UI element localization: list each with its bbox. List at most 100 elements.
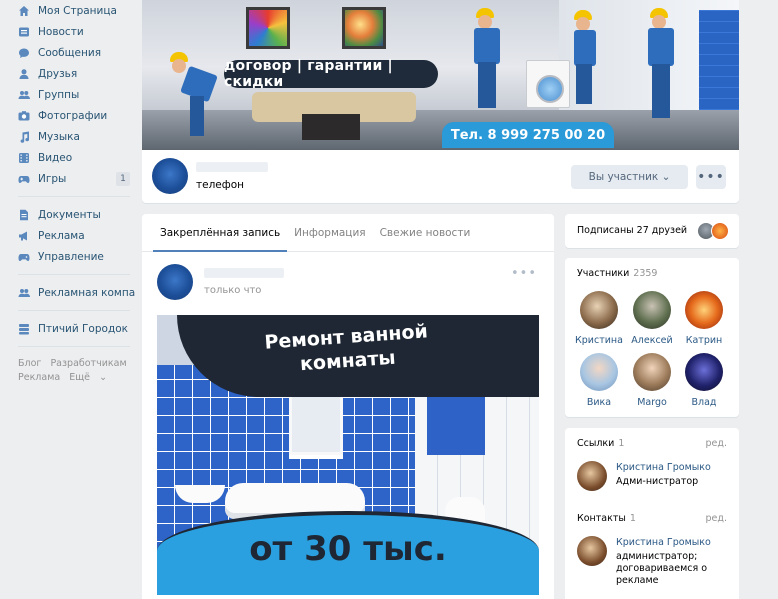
sidebar-item-friends[interactable]: Друзья: [0, 63, 138, 84]
sidebar-item-label: Видео: [38, 151, 73, 164]
links-edit-link[interactable]: ред.: [706, 438, 727, 449]
sidebar-item-my-page[interactable]: Моя Страница: [0, 0, 138, 21]
sidebar-item-photos[interactable]: Фотографии: [0, 105, 138, 126]
link-name[interactable]: Кристина Громыко: [616, 462, 711, 473]
member-item[interactable]: Катрин: [679, 291, 729, 346]
link-avatar: [577, 461, 607, 491]
post-timestamp[interactable]: только что: [204, 285, 261, 296]
member-item[interactable]: Влад: [679, 353, 729, 408]
member-avatar: [633, 353, 671, 391]
management-icon: [18, 251, 30, 263]
sidebar-item-label: Фотографии: [38, 109, 108, 122]
members-title[interactable]: Участники 2359: [577, 268, 657, 279]
cover-painting: [342, 7, 386, 49]
links-count: 1: [618, 438, 625, 449]
member-name: Вика: [586, 397, 612, 408]
group-status: телефон: [196, 179, 245, 191]
contact-avatar: [577, 536, 607, 566]
group-name-redacted: [196, 162, 268, 172]
sidebar-item-music[interactable]: Музыка: [0, 126, 138, 147]
sidebar-item-games[interactable]: Игры 1: [0, 168, 138, 189]
footer-link-blog[interactable]: Блог: [18, 358, 41, 369]
sidebar-item-documents[interactable]: Документы: [0, 204, 138, 225]
member-status-button[interactable]: Вы участник ⌄: [571, 165, 688, 189]
contacts-title[interactable]: Контакты 1: [577, 513, 636, 524]
contacts-edit-link[interactable]: ред.: [706, 513, 727, 524]
home-icon: [18, 5, 30, 17]
sidebar-item-label: Рекламная компа: [38, 286, 136, 299]
member-avatar: [580, 353, 618, 391]
sidebar-item-label: Новости: [38, 25, 84, 38]
tab-pinned-post[interactable]: Закреплённая запись: [153, 214, 288, 252]
sidebar-divider: [18, 274, 130, 275]
post-header: только что •••: [157, 264, 537, 304]
wall-card: Закреплённая запись Информация Свежие но…: [142, 214, 554, 599]
cover-banner-text: договор | гарантии | скидки: [224, 58, 438, 90]
post-more-button[interactable]: •••: [511, 266, 537, 281]
left-sidebar: Моя Страница Новости Сообщения Друзья Гр…: [0, 0, 138, 385]
member-item[interactable]: Вика: [574, 353, 624, 408]
sidebar-item-bird-town[interactable]: Птичий Городок: [0, 318, 138, 339]
photos-icon: [18, 110, 30, 122]
post-author-name-redacted: [204, 268, 284, 278]
friends-subscribed-card[interactable]: Подписаны 27 друзей: [565, 214, 739, 248]
messages-icon: [18, 47, 30, 59]
links-title-label: Ссылки: [577, 438, 615, 449]
image-shelf: [289, 455, 343, 459]
sidebar-item-label: Моя Страница: [38, 4, 117, 17]
sidebar-item-label: Группы: [38, 88, 80, 101]
sidebar-item-label: Птичий Городок: [38, 322, 128, 335]
group-header: телефон Вы участник ⌄ •••: [142, 150, 739, 203]
cover-washing-machine: [526, 60, 570, 108]
contact-name[interactable]: Кристина Громыко: [616, 537, 711, 548]
sidebar-item-ads[interactable]: Реклама: [0, 225, 138, 246]
video-icon: [18, 152, 30, 164]
member-item[interactable]: Кристина: [574, 291, 624, 346]
member-avatar: [580, 291, 618, 329]
post-image[interactable]: Ремонт ванной комнаты от 30 тыс.: [157, 315, 539, 595]
footer-link-developers[interactable]: Разработчикам: [50, 358, 126, 369]
link-item[interactable]: Кристина Громыко Адми-нистратор: [577, 461, 727, 501]
member-item[interactable]: Алексей: [627, 291, 677, 346]
chevron-down-icon: ⌄: [99, 372, 108, 383]
sidebar-item-groups[interactable]: Группы: [0, 84, 138, 105]
friends-subscribed-text: Подписаны 27 друзей: [577, 225, 688, 236]
member-name: Влад: [691, 397, 717, 408]
sidebar-item-management[interactable]: Управление: [0, 246, 138, 267]
post-author-avatar[interactable]: [157, 264, 193, 300]
member-item[interactable]: Margo: [627, 353, 677, 408]
sidebar-item-ad-company[interactable]: Рекламная компа: [0, 282, 138, 303]
members-card: Участники 2359 Кристина Алексей Катрин Ви…: [565, 258, 739, 417]
sidebar-item-video[interactable]: Видео: [0, 147, 138, 168]
ad-company-icon: [18, 287, 30, 299]
member-name: Margo: [637, 397, 667, 408]
links-title[interactable]: Ссылки 1: [577, 438, 624, 449]
sidebar-item-label: Сообщения: [38, 46, 102, 59]
games-icon: [18, 173, 30, 185]
group-cover-image: договор | гарантии | скидки Тел. 8 999 2…: [142, 0, 739, 150]
cover-phone-number: Тел. 8 999 275 00 20: [442, 122, 614, 148]
more-actions-button[interactable]: •••: [696, 165, 726, 189]
documents-icon: [18, 209, 30, 221]
sidebar-item-news[interactable]: Новости: [0, 21, 138, 42]
ads-icon: [18, 230, 30, 242]
member-avatar: [685, 353, 723, 391]
members-count: 2359: [633, 268, 658, 279]
tab-information[interactable]: Информация: [287, 214, 372, 251]
music-icon: [18, 131, 30, 143]
contact-role: администратор; договариваемся о рекламе: [616, 551, 708, 586]
news-icon: [18, 26, 30, 38]
contact-item[interactable]: Кристина Громыко администратор; договари…: [577, 536, 727, 586]
bird-town-icon: [18, 323, 30, 335]
group-avatar[interactable]: [152, 158, 188, 194]
footer-link-more[interactable]: Ещё ⌄: [69, 372, 113, 383]
sidebar-item-messages[interactable]: Сообщения: [0, 42, 138, 63]
contacts-count: 1: [629, 513, 636, 524]
member-name: Кристина: [575, 335, 623, 346]
tab-fresh-news[interactable]: Свежие новости: [373, 214, 478, 251]
footer-link-ads[interactable]: Реклама: [18, 372, 60, 383]
cover-painting: [246, 7, 290, 49]
footer-link-more-label: Ещё: [69, 372, 91, 383]
friend-avatar: [711, 222, 729, 240]
sidebar-divider: [18, 346, 130, 347]
